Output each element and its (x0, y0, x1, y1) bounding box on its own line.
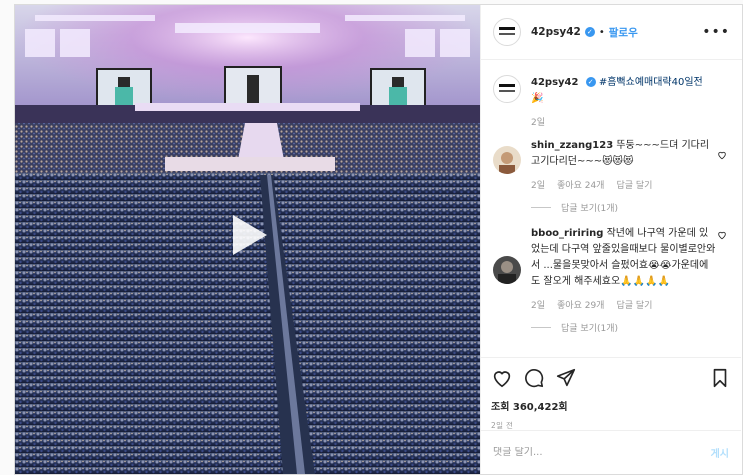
replies-divider (531, 327, 551, 328)
verified-badge-icon: ✓ (584, 27, 595, 37)
comment-item: bboo_ririring 작년에 나구역 가운데 있었는데 다구역 앞줄있을때… (493, 226, 729, 311)
replies-divider (531, 207, 551, 208)
comment-item: shin_zzang123 뚜둥~~~드뎌 기다리고기다리던~~~😻😻😻 2일 … (493, 138, 729, 191)
comment-input[interactable] (493, 447, 711, 458)
comment-text: shin_zzang123 뚜둥~~~드뎌 기다리고기다리던~~~😻😻😻 (531, 138, 717, 170)
like-heart-icon[interactable] (491, 367, 513, 389)
reply-button[interactable]: 답글 달기 (616, 298, 652, 311)
like-comment-heart-icon[interactable] (717, 230, 727, 240)
view-replies-button[interactable]: 답글 보기(1개) (531, 321, 729, 334)
comment-avatar[interactable] (493, 256, 521, 284)
author-avatar[interactable] (493, 18, 521, 46)
comment-likes[interactable]: 좋아요 29개 (557, 298, 604, 311)
verified-badge-icon: ✓ (585, 77, 596, 87)
comment-bubble-icon[interactable] (523, 367, 545, 389)
view-replies-button[interactable]: 답글 보기(1개) (531, 201, 729, 214)
comment-body: bboo_ririring 작년에 나구역 가운데 있었는데 다구역 앞줄있을때… (531, 226, 717, 311)
comment-likes[interactable]: 좋아요 24개 (557, 178, 604, 191)
like-comment-heart-icon[interactable] (717, 150, 727, 160)
video-player[interactable] (15, 5, 480, 474)
follow-button[interactable]: 팔로우 (609, 25, 638, 40)
view-replies-label: 답글 보기(1개) (561, 204, 619, 214)
user-avatar-icon (493, 146, 521, 174)
comment-meta: 2일 좋아요 29개 답글 달기 (531, 298, 717, 311)
caption-text: 42psy42 ✓ #흠뻑쇼예매대략40일전 🎉 (531, 75, 717, 107)
post-sidebar: 42psy42 ✓ • 팔로우 ••• 42psy42 ✓ #흠뻑쇼예매대략40… (480, 5, 742, 474)
comment-avatar[interactable] (493, 146, 521, 174)
comment-username[interactable]: shin_zzang123 (531, 140, 613, 151)
comment-time: 2일 (531, 301, 546, 311)
caption-body: 42psy42 ✓ #흠뻑쇼예매대략40일전 🎉 2일 (531, 75, 717, 128)
view-count[interactable]: 조회 360,422회 (491, 398, 731, 413)
caption-username[interactable]: 42psy42 (531, 77, 578, 88)
view-replies-label: 답글 보기(1개) (561, 324, 619, 334)
brand-logo-icon (495, 77, 519, 101)
user-avatar-icon (493, 256, 521, 284)
comment-meta: 2일 좋아요 24개 답글 달기 (531, 178, 717, 191)
bookmark-icon[interactable] (709, 367, 731, 389)
post-comment-button[interactable]: 게시 (711, 445, 729, 460)
add-comment-bar: 게시 (481, 430, 741, 474)
post-header: 42psy42 ✓ • 팔로우 ••• (481, 5, 742, 60)
caption-avatar[interactable] (493, 75, 521, 103)
comment-body: shin_zzang123 뚜둥~~~드뎌 기다리고기다리던~~~😻😻😻 2일 … (531, 138, 717, 191)
action-bar: 조회 360,422회 2일 전 (481, 357, 741, 431)
more-options-icon[interactable]: ••• (702, 24, 730, 40)
play-button[interactable] (223, 211, 271, 259)
comment-username[interactable]: bboo_ririring (531, 228, 603, 239)
caption-emoji: 🎉 (531, 93, 544, 104)
reply-button[interactable]: 답글 달기 (616, 178, 652, 191)
action-icons (491, 364, 731, 392)
post-frame: 42psy42 ✓ • 팔로우 ••• 42psy42 ✓ #흠뻑쇼예매대략40… (14, 4, 743, 475)
comments-list[interactable]: 42psy42 ✓ #흠뻑쇼예매대략40일전 🎉 2일 shin_zzang12… (481, 61, 741, 356)
brand-logo-icon (495, 20, 519, 44)
caption-meta: 2일 (531, 115, 717, 128)
comment-time: 2일 (531, 181, 546, 191)
author-username[interactable]: 42psy42 (531, 26, 581, 38)
caption: 42psy42 ✓ #흠뻑쇼예매대략40일전 🎉 2일 (493, 75, 729, 128)
separator-dot: • (598, 26, 605, 38)
caption-time: 2일 (531, 118, 546, 128)
play-icon (233, 215, 267, 255)
share-icon[interactable] (555, 367, 577, 389)
comment-text: bboo_ririring 작년에 나구역 가운데 있었는데 다구역 앞줄있을때… (531, 226, 717, 290)
hashtag-link[interactable]: #흠뻑쇼예매대략40일전 (599, 77, 703, 88)
